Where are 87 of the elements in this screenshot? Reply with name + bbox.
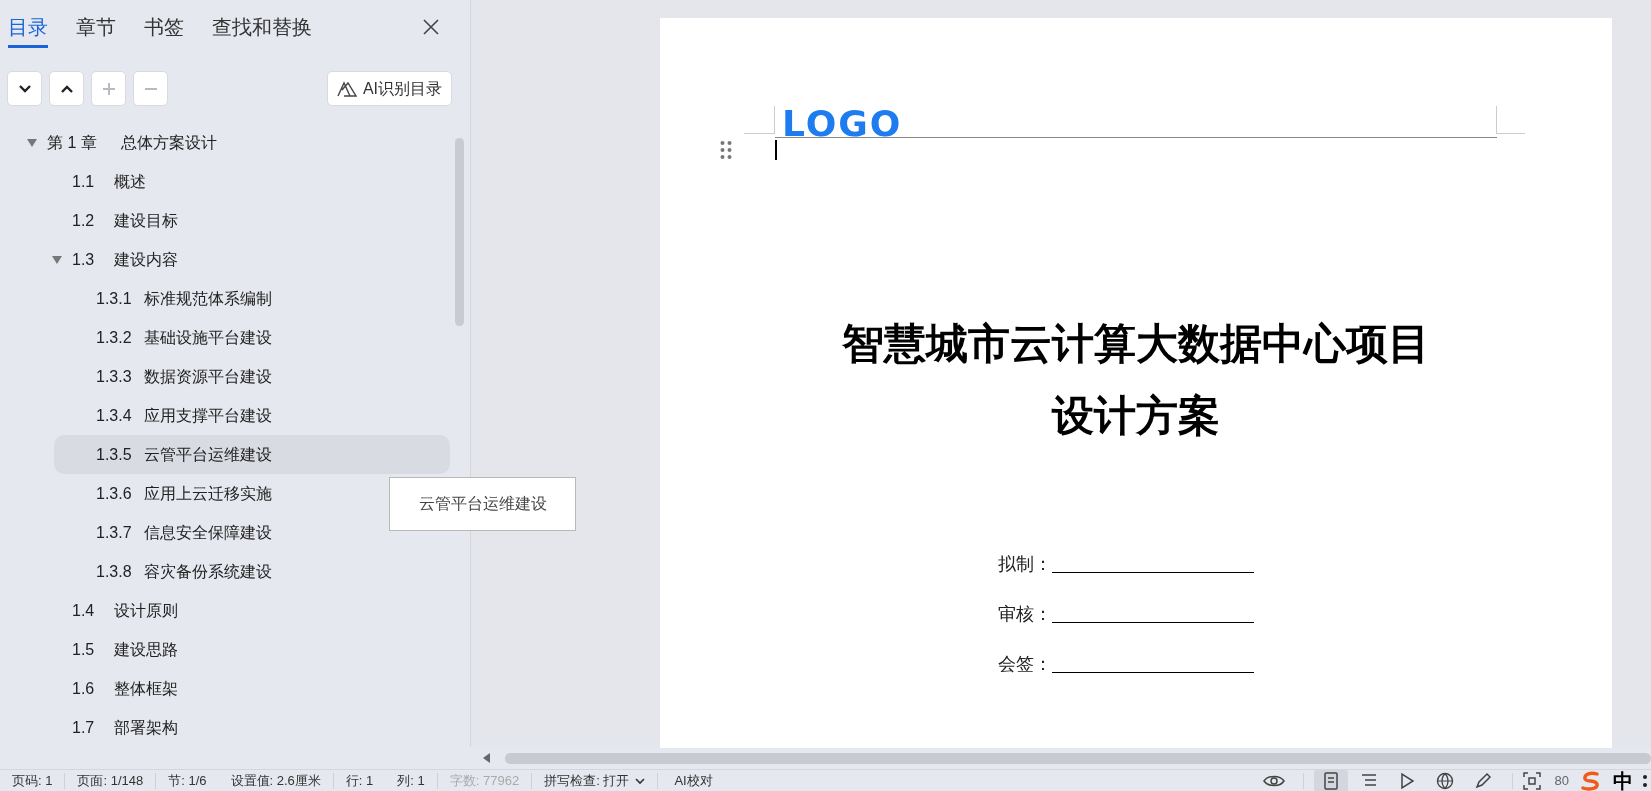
- section-title: 总体方案设计: [121, 132, 217, 153]
- toc-item[interactable]: 1.7 部署架构: [20, 708, 450, 747]
- status-text: 页面: 1/148: [76, 774, 145, 787]
- section-number: 1.1: [72, 171, 96, 192]
- section-number: 1.3: [72, 249, 96, 270]
- toc-item[interactable]: 第 1 章 总体方案设计: [20, 123, 450, 162]
- toc-item[interactable]: 1.4 设计原则: [20, 591, 450, 630]
- section-number: 1.3.2: [96, 327, 133, 348]
- section-title: 标准规范体系编制: [144, 288, 272, 309]
- status-text: 字数: 77962: [448, 774, 521, 787]
- toc-item[interactable]: 1.2 建设目标: [20, 201, 450, 240]
- focus-mode-icon[interactable]: [1522, 771, 1541, 790]
- section-number: 1.5: [72, 639, 96, 660]
- section-title: 云管平台运维建设: [144, 444, 272, 465]
- panel-tab[interactable]: 查找和替换: [212, 6, 312, 49]
- toc-item[interactable]: 1.3.3 数据资源平台建设: [54, 357, 450, 396]
- panel-tab[interactable]: 目录: [8, 6, 48, 49]
- status-text: 节: 1/6: [167, 774, 208, 787]
- page-view-button[interactable]: [1313, 769, 1348, 791]
- status-text: 设置值: 2.6厘米: [229, 774, 322, 787]
- panel-tab[interactable]: 书签: [144, 6, 184, 49]
- toc-item[interactable]: 1.1 概述: [20, 162, 450, 201]
- status-text: 行: 1: [344, 774, 375, 787]
- section-title: 部署架构: [114, 717, 178, 738]
- section-title: 信息安全保障建设: [144, 522, 272, 543]
- section-title: 建设内容: [114, 249, 178, 270]
- zoom-level[interactable]: 80: [1554, 774, 1569, 787]
- toc-item[interactable]: 1.6 整体框架: [20, 669, 450, 708]
- toc-item[interactable]: 1.3.1 标准规范体系编制: [54, 279, 450, 318]
- section-number: 1.4: [72, 600, 96, 621]
- drag-handle-icon[interactable]: [720, 140, 732, 160]
- expanded-triangle-icon[interactable]: [26, 137, 38, 148]
- section-number: 1.3.1: [96, 288, 133, 309]
- section-number: 1.3.8: [96, 561, 133, 582]
- spell-check-dropdown[interactable]: 拼写检查: 打开: [532, 774, 658, 787]
- toc-item[interactable]: 1.3.4 应用支撑平台建设: [54, 396, 450, 435]
- section-number: 1.3.3: [96, 366, 133, 387]
- section-title: 容灾备份系统建设: [144, 561, 272, 582]
- logo: LOGO: [782, 106, 903, 142]
- page-view-icon: [1321, 771, 1340, 790]
- toc-item[interactable]: 1.3.8 容灾备份系统建设: [54, 552, 450, 591]
- scrollbar-thumb[interactable]: [455, 138, 464, 326]
- signature-label: 拟制：: [998, 555, 1052, 573]
- toc-item[interactable]: 1.3 建设内容: [20, 240, 450, 279]
- scrollbar-thumb[interactable]: [505, 752, 1651, 764]
- section-number: 第 1 章: [47, 132, 98, 153]
- section-number: 1.3.7: [96, 522, 133, 543]
- section-number: 1.6: [72, 678, 96, 699]
- section-title: 整体框架: [114, 678, 178, 699]
- status-text: 页码: 1: [11, 774, 54, 787]
- triangles-icon: [336, 80, 357, 97]
- status-text: 列: 1: [396, 774, 426, 787]
- close-icon[interactable]: [422, 18, 440, 37]
- signature-label: 审核：: [998, 605, 1052, 623]
- section-number: 1.2: [72, 210, 96, 231]
- toc-item[interactable]: 1.3.2 基础设施平台建设: [54, 318, 450, 357]
- toc-item[interactable]: 1.5 建设思路: [20, 630, 450, 669]
- signature-label: 会签：: [998, 655, 1052, 673]
- toc-item[interactable]: 1.3.5 云管平台运维建设: [54, 435, 450, 474]
- document-title: 设计方案: [1052, 395, 1220, 437]
- section-title: 建设目标: [114, 210, 178, 231]
- section-number: 1.3.6: [96, 483, 133, 504]
- input-mode-indicator[interactable]: 中: [1613, 770, 1633, 791]
- section-number: 1.7: [72, 717, 96, 738]
- tooltip: 云管平台运维建设: [389, 477, 576, 531]
- section-title: 建设思路: [114, 639, 178, 660]
- ai-proofread-button[interactable]: AI校对: [658, 774, 729, 787]
- globe-icon: [1435, 771, 1454, 790]
- section-number: 1.3.4: [96, 405, 133, 426]
- caret-icon: [635, 776, 646, 785]
- panel-tab[interactable]: 章节: [76, 6, 116, 49]
- ai-toc-button[interactable]: AI识别目录: [326, 71, 452, 107]
- pen-icon: [1473, 771, 1492, 790]
- section-title: 基础设施平台建设: [144, 327, 272, 348]
- document-title: 智慧城市云计算大数据中心项目: [842, 323, 1430, 365]
- section-number: 1.3.5: [96, 444, 133, 465]
- section-title: 设计原则: [114, 600, 178, 621]
- section-title: 应用支撑平台建设: [144, 405, 272, 426]
- section-title: 应用上云迁移实施: [144, 483, 272, 504]
- section-title: 概述: [114, 171, 146, 192]
- expanded-triangle-icon[interactable]: [51, 254, 63, 265]
- toolbar-button[interactable]: [7, 71, 42, 107]
- text-cursor: [775, 140, 777, 160]
- more-icon[interactable]: [1641, 772, 1649, 789]
- toolbar-button[interactable]: [49, 71, 84, 107]
- section-title: 数据资源平台建设: [144, 366, 272, 387]
- scroll-left-icon[interactable]: [483, 753, 491, 763]
